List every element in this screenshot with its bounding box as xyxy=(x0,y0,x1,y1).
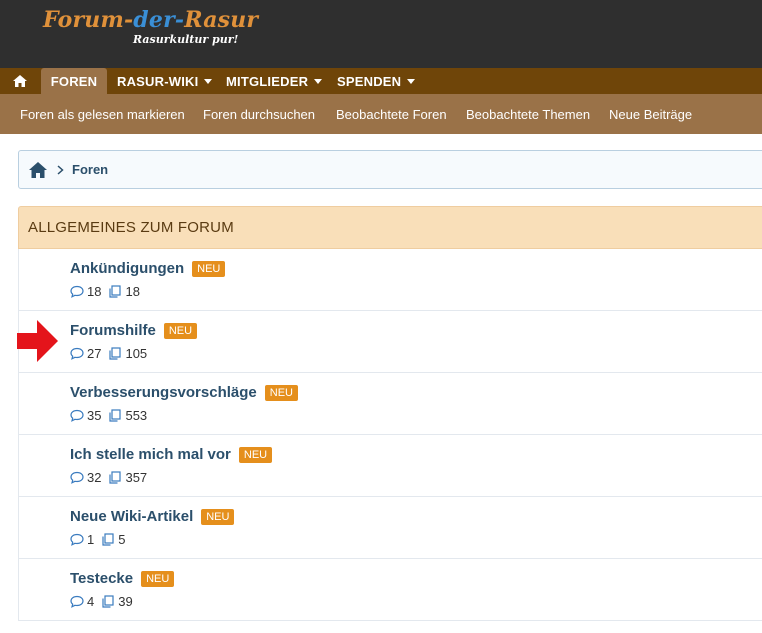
caret-down-icon xyxy=(314,79,323,84)
sub-nav: Foren als gelesen markieren Foren durchs… xyxy=(0,94,762,134)
forum-node: Neue Wiki-Artikel NEU 1 5 xyxy=(18,497,762,559)
thread-count: 32 xyxy=(87,470,102,485)
subnav-watched-threads-link[interactable]: Beobachtete Themen xyxy=(466,94,590,134)
forum-stats: 35 553 xyxy=(70,408,147,423)
thread-count: 27 xyxy=(87,346,102,361)
nav-tab-rasur-wiki[interactable]: RASUR-WIKI xyxy=(117,68,213,94)
post-count: 5 xyxy=(118,532,126,547)
thread-count: 35 xyxy=(87,408,102,423)
logo-text-part: der- xyxy=(133,7,185,33)
breadcrumb: Foren xyxy=(18,150,762,189)
forum-node: Ankündigungen NEU 18 18 xyxy=(18,249,762,311)
forum-title-link[interactable]: Testecke xyxy=(70,570,133,587)
forum-title-link[interactable]: Ankündigungen xyxy=(70,260,184,277)
new-badge: NEU xyxy=(238,446,273,463)
posts-icon xyxy=(102,595,114,608)
post-count: 105 xyxy=(125,346,148,361)
forum-stats: 32 357 xyxy=(70,470,147,485)
nav-tab-mitglieder[interactable]: MITGLIEDER xyxy=(226,68,323,94)
nav-tab-label: RASUR-WIKI xyxy=(117,73,199,89)
forum-node: Ich stelle mich mal vor NEU 32 357 xyxy=(18,435,762,497)
subnav-search-forums-link[interactable]: Foren durchsuchen xyxy=(203,94,315,134)
new-badge: NEU xyxy=(201,508,235,525)
forum-title-link[interactable]: Ich stelle mich mal vor xyxy=(70,446,231,463)
forum-node: Verbesserungsvorschläge NEU 35 553 xyxy=(18,373,762,435)
forum-title-link[interactable]: Verbesserungsvorschläge xyxy=(70,384,257,401)
red-arrow-annotation xyxy=(17,320,58,362)
nav-tab-label: FOREN xyxy=(50,73,98,89)
forum-stats: 4 39 xyxy=(70,594,133,609)
comment-icon xyxy=(70,595,84,608)
post-count: 553 xyxy=(125,408,148,423)
primary-nav: FOREN RASUR-WIKI MITGLIEDER SPENDEN xyxy=(0,68,762,94)
new-badge: NEU xyxy=(192,260,226,277)
comment-icon xyxy=(70,409,84,422)
forum-stats: 1 5 xyxy=(70,532,125,547)
forum-list: Ankündigungen NEU 18 18 Forumshilfe NEU … xyxy=(18,249,762,621)
thread-count: 1 xyxy=(87,532,95,547)
forum-stats: 18 18 xyxy=(70,284,140,299)
caret-down-icon xyxy=(407,79,416,84)
posts-icon xyxy=(109,471,122,484)
comment-icon xyxy=(70,285,84,298)
forum-node: Testecke NEU 4 39 xyxy=(18,559,762,621)
forum-node: Forumshilfe NEU 27 105 xyxy=(18,311,762,373)
comment-icon xyxy=(70,347,84,360)
thread-count: 18 xyxy=(87,284,102,299)
posts-icon xyxy=(109,409,122,422)
posts-icon xyxy=(109,347,122,360)
post-count: 18 xyxy=(125,284,140,299)
nav-tab-label: MITGLIEDER xyxy=(226,73,309,89)
nav-tab-spenden[interactable]: SPENDEN xyxy=(337,68,416,94)
post-count: 357 xyxy=(125,470,148,485)
nav-home-button[interactable] xyxy=(2,68,38,94)
nav-tab-foren[interactable]: FOREN xyxy=(41,68,107,94)
subnav-watched-forums-link[interactable]: Beobachtete Foren xyxy=(336,94,447,134)
comment-icon xyxy=(70,533,84,546)
site-tagline: Rasurkultur pur! xyxy=(133,33,239,46)
forum-title-link[interactable]: Neue Wiki-Artikel xyxy=(70,508,193,525)
subnav-mark-read-link[interactable]: Foren als gelesen markieren xyxy=(20,94,185,134)
posts-icon xyxy=(109,285,122,298)
caret-down-icon xyxy=(204,79,213,84)
category-header: ALLGEMEINES ZUM FORUM xyxy=(18,206,762,249)
new-badge: NEU xyxy=(264,384,298,401)
new-badge: NEU xyxy=(163,322,198,339)
posts-icon xyxy=(102,533,114,546)
forum-title-link[interactable]: Forumshilfe xyxy=(70,322,156,339)
category-title[interactable]: ALLGEMEINES ZUM FORUM xyxy=(28,219,234,236)
home-icon xyxy=(13,75,27,87)
forum-stats: 27 105 xyxy=(70,346,147,361)
site-header: Forum-der-Rasur Rasurkultur pur! xyxy=(0,0,762,68)
comment-icon xyxy=(70,471,84,484)
logo-text-part: Forum- xyxy=(43,7,134,33)
site-logo[interactable]: Forum-der-Rasur xyxy=(43,7,258,33)
subnav-new-posts-link[interactable]: Neue Beiträge xyxy=(609,94,692,134)
chevron-right-icon xyxy=(57,165,64,175)
post-count: 39 xyxy=(118,594,133,609)
breadcrumb-item-foren[interactable]: Foren xyxy=(72,162,108,177)
thread-count: 4 xyxy=(87,594,95,609)
new-badge: NEU xyxy=(141,570,175,587)
home-icon[interactable] xyxy=(29,162,47,178)
nav-tab-label: SPENDEN xyxy=(337,73,402,89)
logo-text-part: Rasur xyxy=(184,7,259,33)
